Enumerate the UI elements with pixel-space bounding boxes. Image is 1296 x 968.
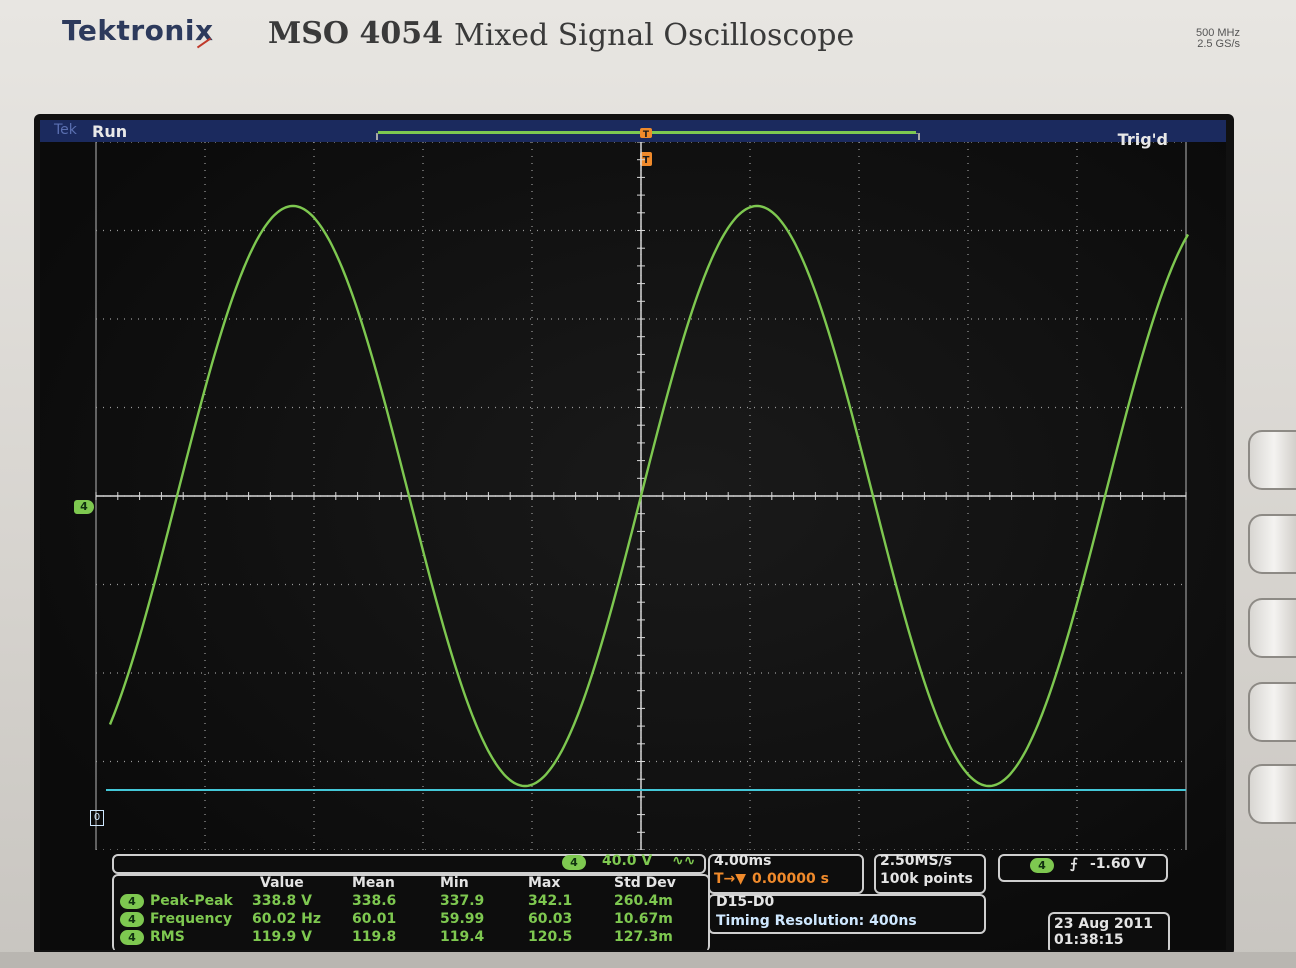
lower-bezel bbox=[0, 952, 1296, 968]
timebase: 4.00ms bbox=[714, 853, 772, 869]
tek-label: Tek bbox=[54, 122, 77, 138]
side-button-1[interactable] bbox=[1248, 430, 1296, 490]
spec-sample-rate: 2.5 GS/s bbox=[1197, 38, 1240, 50]
side-button-2[interactable] bbox=[1248, 514, 1296, 574]
measurement-header: Value bbox=[260, 875, 304, 891]
measurement-value: 338.6 bbox=[352, 893, 397, 909]
digital-channel-marker: 0 bbox=[90, 810, 104, 826]
svg-text:T: T bbox=[643, 130, 650, 140]
model-subtitle: Mixed Signal Oscilloscope bbox=[454, 18, 855, 53]
instrument-header: Tektronix MSO 4054 Mixed Signal Oscillos… bbox=[0, 0, 1296, 90]
coupling-icon: ∿∿ bbox=[672, 853, 696, 869]
side-button-5[interactable] bbox=[1248, 764, 1296, 824]
measurement-value: 338.8 V bbox=[252, 893, 312, 909]
measurement-value: 119.8 bbox=[352, 929, 397, 945]
measurement-value: 60.01 bbox=[352, 911, 397, 927]
measurement-value: 127.3m bbox=[614, 929, 673, 945]
measurement-channel-badge: 4 bbox=[120, 930, 144, 945]
measurement-value: 342.1 bbox=[528, 893, 573, 909]
measurement-name[interactable]: Frequency bbox=[150, 911, 232, 927]
record-length: 100k points bbox=[880, 871, 973, 887]
measurement-name[interactable]: Peak-Peak bbox=[150, 893, 233, 909]
measurement-value: 120.5 bbox=[528, 929, 573, 945]
measurement-value: 59.99 bbox=[440, 911, 485, 927]
trigger-position-icon: T→▼ bbox=[714, 871, 747, 887]
channel-ground-marker: 4 bbox=[74, 500, 94, 514]
spec-label: 500 MHz 2.5 GS/s bbox=[1196, 28, 1240, 50]
side-button-4[interactable] bbox=[1248, 682, 1296, 742]
measurement-table: Value Mean Min Max Std Dev 4 Peak-Peak 338.8 V 3… bbox=[112, 875, 678, 950]
side-button-3[interactable] bbox=[1248, 598, 1296, 658]
vertical-scale: 40.0 V bbox=[602, 853, 653, 869]
trigger-channel-badge: 4 bbox=[1030, 858, 1054, 873]
measurement-value: 337.9 bbox=[440, 893, 485, 909]
measurement-header: Max bbox=[528, 875, 561, 891]
measurement-value: 119.9 V bbox=[252, 929, 312, 945]
date: 23 Aug 2011 bbox=[1054, 916, 1154, 932]
measurement-header: Std Dev bbox=[614, 875, 676, 891]
trigger-position: 0.00000 s bbox=[752, 871, 829, 887]
measurement-value: 60.03 bbox=[528, 911, 573, 927]
measurement-value: 260.4m bbox=[614, 893, 673, 909]
waveform-plot bbox=[95, 142, 1190, 850]
measurement-channel-badge: 4 bbox=[120, 894, 144, 909]
measurement-value: 10.67m bbox=[614, 911, 673, 927]
measurement-header: Min bbox=[440, 875, 469, 891]
status-bar: Tek Run bbox=[40, 120, 1226, 142]
model-name: MSO 4054 bbox=[268, 16, 443, 51]
display-screen: Tek Run Trig'd T T 4 0 4 40.0 V ∿∿ Value… bbox=[40, 120, 1226, 950]
sample-rate: 2.50MS/s bbox=[880, 853, 953, 869]
time: 01:38:15 bbox=[1054, 932, 1124, 948]
measurement-value: 119.4 bbox=[440, 929, 485, 945]
measurement-name[interactable]: RMS bbox=[150, 929, 185, 945]
timing-resolution: Timing Resolution: 400ns bbox=[716, 913, 917, 929]
measurement-header: Mean bbox=[352, 875, 395, 891]
measurement-value: 60.02 Hz bbox=[252, 911, 322, 927]
scale-channel-badge: 4 bbox=[562, 855, 586, 870]
measurement-channel-badge: 4 bbox=[120, 912, 144, 927]
brand-logo: Tektronix bbox=[62, 14, 214, 47]
trigger-slope-icon: ⨍ bbox=[1070, 856, 1078, 872]
run-state: Run bbox=[92, 122, 128, 141]
trigger-level: -1.60 V bbox=[1090, 856, 1147, 872]
digital-bus-label: D15-D0 bbox=[716, 894, 775, 910]
